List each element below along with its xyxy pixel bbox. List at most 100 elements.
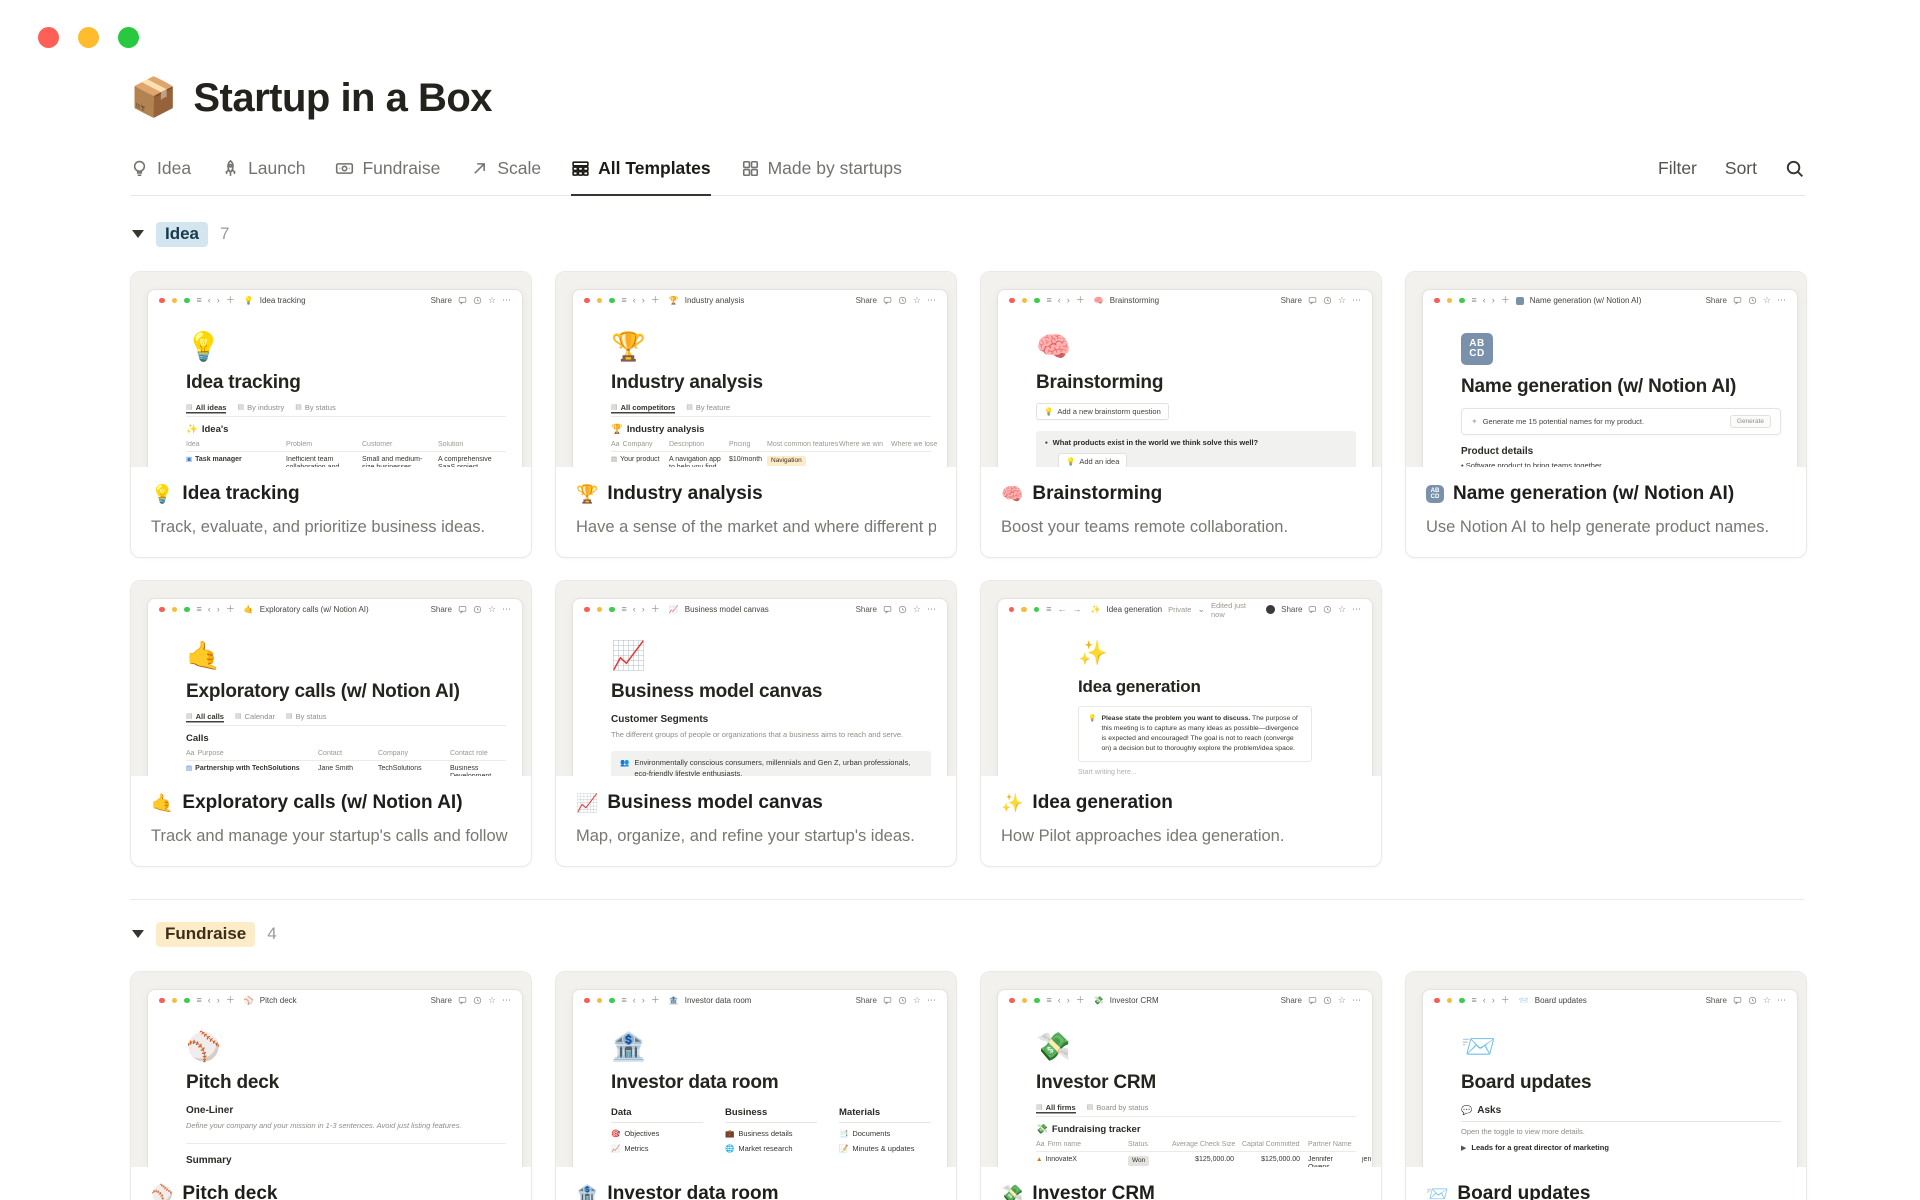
template-card-idea-generation[interactable]: ≡ ← → ✨ Idea generation Private ⌄ Edited… [980, 579, 1382, 867]
forward-icon: › [216, 604, 220, 614]
forward-icon: › [641, 295, 645, 305]
abcd-icon [1515, 296, 1524, 305]
section-divider [130, 898, 1805, 900]
more-icon: ⋯ [1777, 995, 1786, 1005]
clock-icon [1323, 296, 1332, 305]
sort-button[interactable]: Sort [1725, 158, 1757, 179]
arrow-up-right-icon [470, 159, 489, 178]
page-header: 📦 Startup in a Box [130, 74, 1805, 122]
view-icon: ▤ [686, 404, 693, 411]
template-card-investor-crm[interactable]: ≡ ‹ › ＋ 💸 Investor CRM Share ☆ ⋯ 💸 Investor… [980, 970, 1382, 1200]
forward-icon: › [216, 295, 220, 305]
minimize-window-button[interactable] [78, 27, 99, 48]
page-title: Startup in a Box [193, 75, 493, 120]
add-idea-button: 💡 Add an idea [1058, 452, 1128, 467]
card-description: Map, organize, and refine your startup's… [576, 826, 915, 845]
more-icon: ⋯ [927, 604, 936, 614]
clock-icon [473, 605, 482, 614]
template-grid-fundraise: ≡ ‹ › ＋ ⚾ Pitch deck Share ☆ ⋯ ⚾ Pitch deck… [130, 970, 1807, 1200]
card-title: Idea tracking [182, 482, 300, 504]
briefcase-icon: 💼 [725, 1128, 735, 1138]
menu-icon: ≡ [1046, 604, 1052, 614]
abcd-icon: AB CD [1461, 332, 1493, 365]
template-card-brainstorming[interactable]: ≡ ‹ › ＋ 🧠 Brainstorming Share ☆ ⋯ 🧠 Brainst… [980, 270, 1382, 558]
card-title: Investor data room [607, 1182, 779, 1200]
template-card-exploratory-calls[interactable]: ≡ ‹ › ＋ 🤙 Exploratory calls (w/ Notion AI) … [130, 579, 532, 867]
tab-all-templates[interactable]: All Templates [571, 158, 711, 196]
star-icon: ☆ [912, 995, 921, 1005]
comment-icon [458, 996, 467, 1005]
chart-icon: 📈 [611, 1143, 621, 1153]
plus-icon: ＋ [225, 295, 235, 305]
view-icon: ▤ [611, 404, 618, 411]
section-badge[interactable]: Idea [156, 221, 209, 247]
star-icon: ☆ [1337, 604, 1347, 614]
more-icon: ⋯ [502, 995, 511, 1005]
card-title: Investor CRM [1032, 1182, 1155, 1200]
clock-icon [473, 996, 482, 1005]
card-emoji-icon: 📨 [1426, 1183, 1449, 1200]
card-emoji-icon: 🧠 [1001, 483, 1024, 504]
section-header-idea[interactable]: Idea 7 [130, 221, 1805, 247]
back-icon: ‹ [632, 995, 636, 1005]
search-button[interactable] [1785, 159, 1805, 179]
section-badge[interactable]: Fundraise [156, 921, 256, 947]
tab-made-by-startups[interactable]: Made by startups [741, 158, 902, 196]
zoom-window-button[interactable] [118, 27, 139, 48]
plus-icon: ＋ [1500, 995, 1510, 1005]
template-card-industry-analysis[interactable]: ≡ ‹ › ＋ 🏆 Industry analysis Share ☆ ⋯ 🏆 Ind… [555, 270, 957, 558]
card-title: Brainstorming [1032, 482, 1163, 504]
lightbulb-icon [130, 159, 149, 178]
block-icon: ▪ [1045, 437, 1048, 447]
close-window-button[interactable] [38, 27, 59, 48]
tab-launch[interactable]: Launch [221, 158, 305, 196]
more-icon: ⋯ [502, 295, 511, 305]
more-icon: ⋯ [1352, 295, 1361, 305]
filter-button[interactable]: Filter [1658, 158, 1697, 179]
forward-icon: › [641, 995, 645, 1005]
squares-icon [741, 159, 760, 178]
back-icon: ‹ [207, 995, 211, 1005]
checkbox-icon: ▣ [186, 455, 193, 463]
template-card-board-updates[interactable]: ≡ ‹ › ＋ 📨 Board updates Share ☆ ⋯ 📨 Board u… [1405, 970, 1807, 1200]
template-card-pitch-deck[interactable]: ≡ ‹ › ＋ ⚾ Pitch deck Share ☆ ⋯ ⚾ Pitch deck… [130, 970, 532, 1200]
clock-icon [898, 605, 907, 614]
template-card-idea-tracking[interactable]: ≡ ‹ › ＋ 💡 Idea tracking Share ☆ ⋯ � [130, 270, 532, 558]
back-icon: ‹ [207, 295, 211, 305]
clock-icon [1323, 996, 1332, 1005]
section-header-fundraise[interactable]: Fundraise 4 [130, 921, 1805, 947]
template-preview: ≡ ‹ › ＋ ⚾ Pitch deck Share ☆ ⋯ ⚾ Pitch deck… [147, 988, 523, 1167]
tab-idea[interactable]: Idea [130, 158, 191, 196]
edited-timestamp: Edited just now [1211, 600, 1247, 619]
target-icon: 🎯 [611, 1128, 621, 1138]
tab-fundraise[interactable]: Fundraise [335, 158, 440, 196]
view-icon: ▤ [186, 713, 193, 720]
template-preview: ≡ ‹ › ＋ 🏆 Industry analysis Share ☆ ⋯ 🏆 Ind… [572, 288, 948, 467]
template-card-name-generation[interactable]: ≡ ‹ › ＋ Name generation (w/ Notion AI) Shar… [1405, 270, 1807, 558]
card-title: Business model canvas [607, 791, 823, 813]
back-icon: ‹ [207, 604, 211, 614]
more-icon: ⋯ [1352, 995, 1361, 1005]
card-emoji-icon: 💸 [1001, 1183, 1024, 1200]
card-description: Boost your teams remote collaboration. [1001, 517, 1289, 536]
template-preview: ≡ ‹ › ＋ 🏦 Investor data room Share ☆ ⋯ 🏦 In… [572, 988, 948, 1167]
feature-chip: Navigation [767, 455, 806, 466]
template-card-investor-data-room[interactable]: ≡ ‹ › ＋ 🏦 Investor data room Share ☆ ⋯ 🏦 In… [555, 970, 957, 1200]
forward-arrow-icon: → [1072, 604, 1082, 614]
card-emoji-icon: 💡 [151, 483, 174, 504]
menu-icon: ≡ [621, 295, 627, 305]
card-description: Track, evaluate, and prioritize business… [151, 517, 486, 536]
tab-scale[interactable]: Scale [470, 158, 541, 196]
clock-icon [1748, 296, 1757, 305]
template-card-business-model-canvas[interactable]: ≡ ‹ › ＋ 📈 Business model canvas Share ☆ ⋯ 📈… [555, 579, 957, 867]
comment-icon [883, 296, 892, 305]
app-window: 📦 Startup in a Box Idea Launch Fundraise [0, 0, 1920, 1200]
text-type-icon: Aa [1036, 1140, 1045, 1148]
collapse-triangle-icon[interactable] [132, 230, 144, 238]
ai-prompt-field: ✦ Generate me 15 potential names for my … [1461, 407, 1781, 435]
card-description: How Pilot approaches idea generation. [1001, 826, 1285, 845]
card-description: Have a sense of the market and where dif… [576, 517, 936, 536]
chevron-down-icon: ⌄ [1197, 604, 1205, 614]
menu-icon: ≡ [196, 995, 202, 1005]
collapse-triangle-icon[interactable] [132, 930, 144, 938]
